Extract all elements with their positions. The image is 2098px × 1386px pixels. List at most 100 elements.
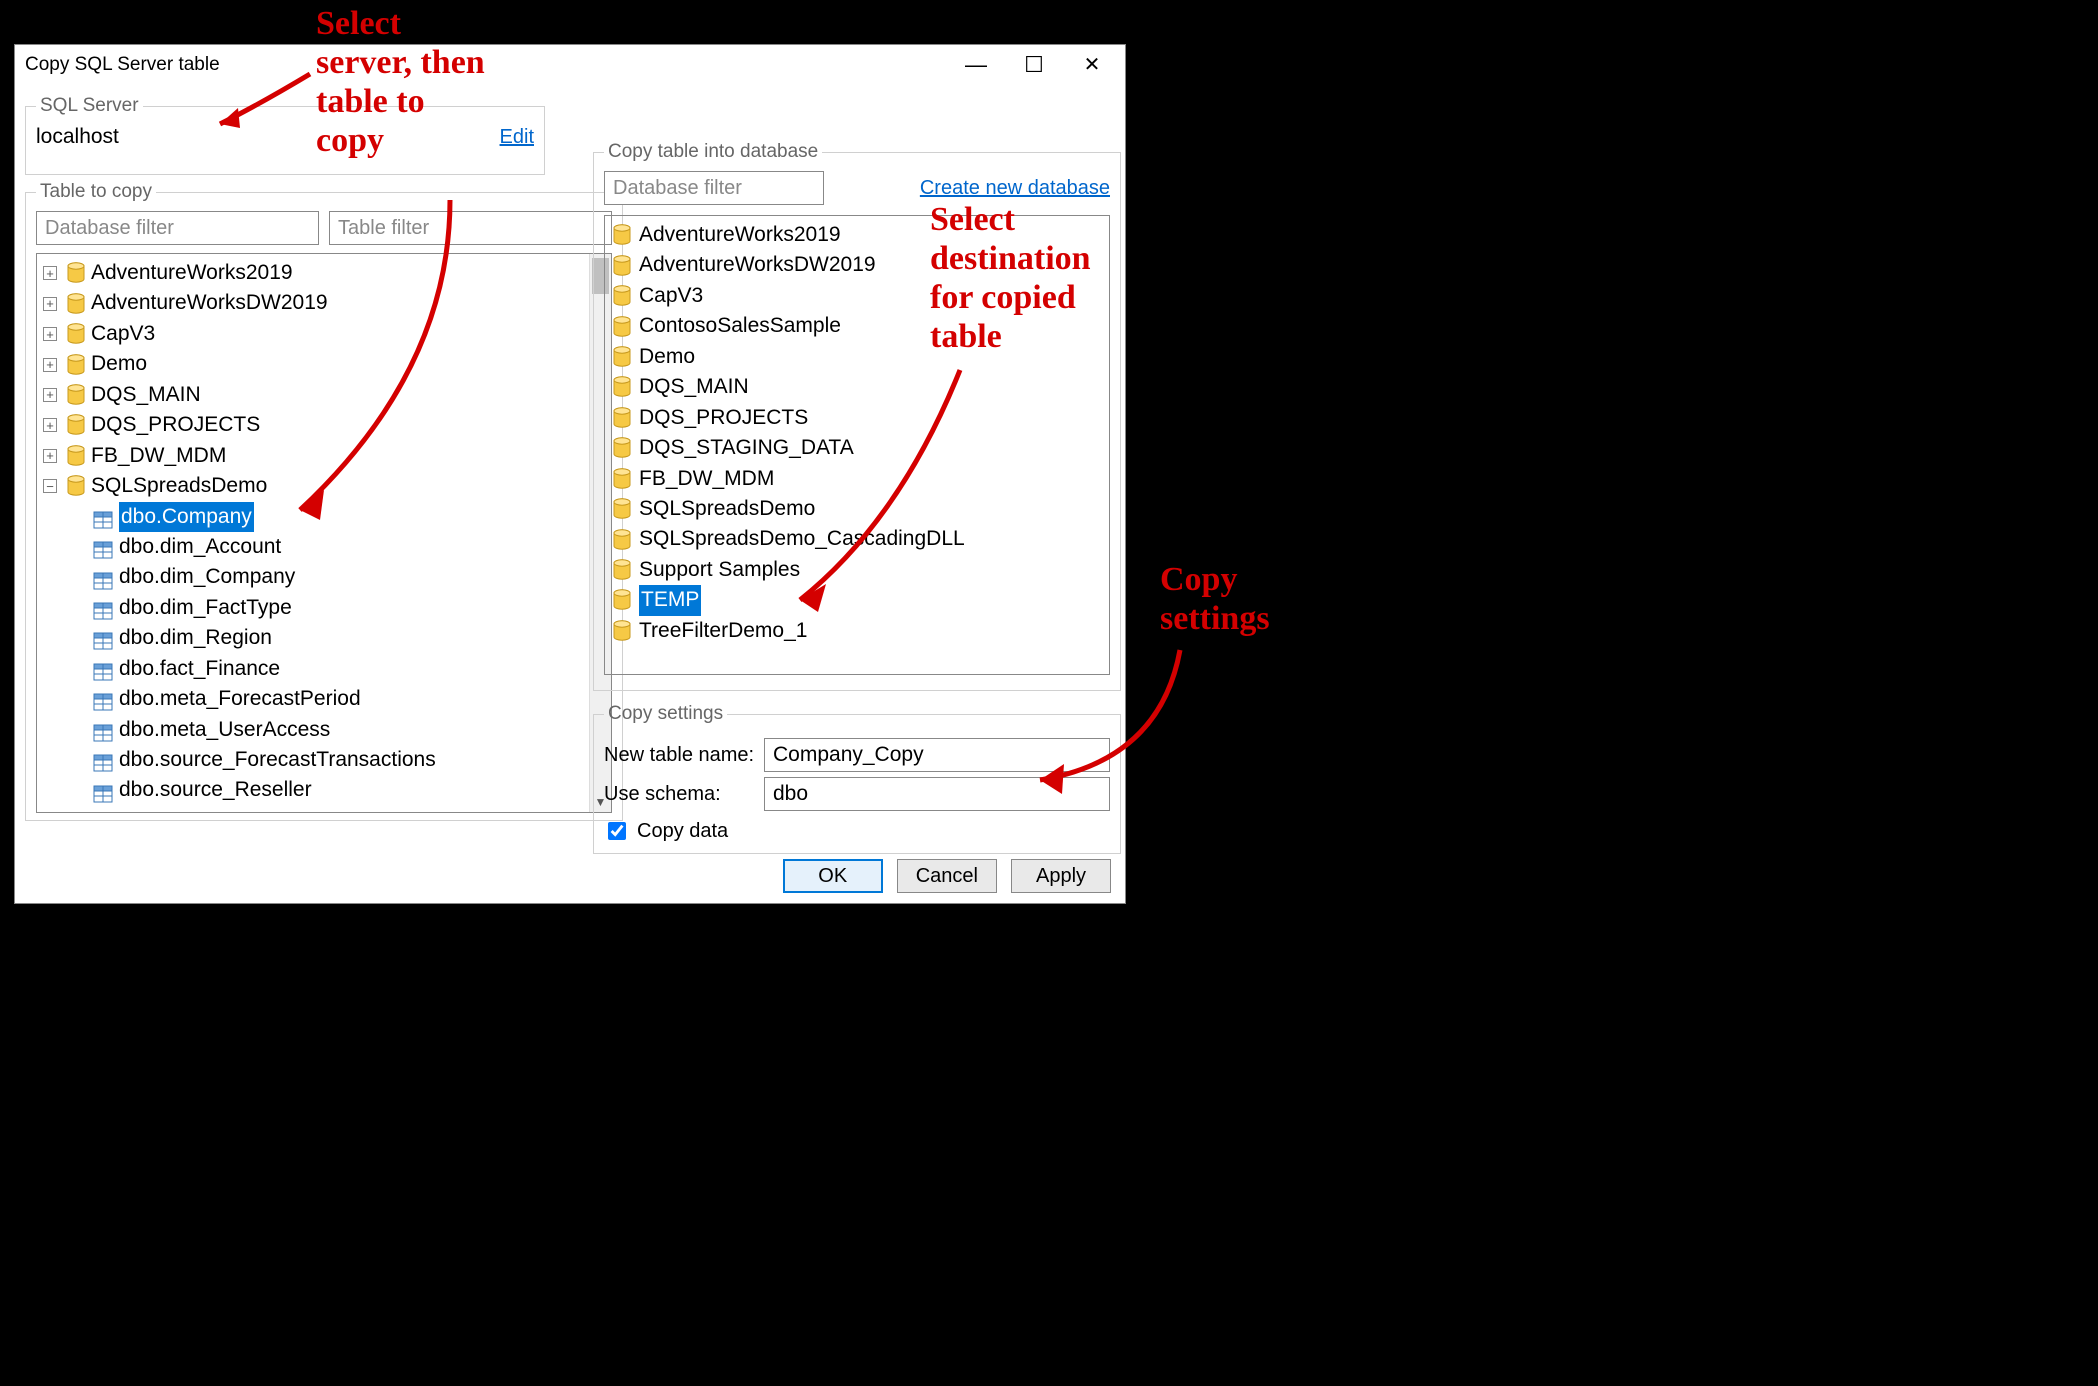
db-label: DQS_STAGING_DATA	[639, 433, 854, 463]
database-icon	[613, 407, 631, 429]
expand-toggle-icon[interactable]: +	[43, 266, 57, 280]
table-to-copy-legend: Table to copy	[36, 181, 156, 203]
source-table-node[interactable]: dbo.meta_UserAccess	[39, 715, 609, 745]
table-label: dbo.source_ForecastTransactions	[119, 745, 436, 775]
dest-db-node[interactable]: TreeFilterDemo_1	[611, 616, 1103, 646]
database-icon	[613, 376, 631, 398]
source-table-node[interactable]: dbo.source_ForecastTransactions	[39, 745, 609, 775]
dest-legend: Copy table into database	[604, 141, 822, 163]
db-label: FB_DW_MDM	[91, 441, 226, 471]
database-icon	[613, 468, 631, 490]
source-table-node[interactable]: dbo.dim_Company	[39, 562, 609, 592]
database-icon	[613, 437, 631, 459]
dest-db-node[interactable]: Support Samples	[611, 555, 1103, 585]
source-table-node[interactable]: dbo.meta_ForecastPeriod	[39, 684, 609, 714]
close-button[interactable]: ✕	[1063, 46, 1121, 84]
table-icon	[93, 508, 113, 526]
dest-db-node[interactable]: SQLSpreadsDemo	[611, 494, 1103, 524]
new-table-name-input[interactable]	[764, 738, 1110, 772]
expand-toggle-icon[interactable]: +	[43, 449, 57, 463]
dest-db-node[interactable]: SQLSpreadsDemo_CascadingDLL	[611, 524, 1103, 554]
table-icon	[93, 690, 113, 708]
source-db-node[interactable]: − SQLSpreadsDemo	[39, 471, 609, 501]
database-icon	[613, 498, 631, 520]
source-db-node[interactable]: + DQS_MAIN	[39, 380, 609, 410]
source-db-node[interactable]: + Demo	[39, 349, 609, 379]
db-label: AdventureWorks2019	[91, 258, 293, 288]
table-icon	[93, 751, 113, 769]
ok-button[interactable]: OK	[783, 859, 883, 893]
source-table-node[interactable]: dbo.fact_Finance	[39, 654, 609, 684]
dest-db-node[interactable]: DQS_STAGING_DATA	[611, 433, 1103, 463]
edit-server-link[interactable]: Edit	[500, 126, 534, 149]
source-table-node[interactable]: dbo.Company	[39, 502, 609, 532]
copy-settings-group: Copy settings New table name: Use schema…	[593, 703, 1121, 854]
database-icon	[613, 620, 631, 642]
dest-db-node[interactable]: TEMP	[611, 585, 1103, 615]
source-db-node[interactable]: + DQS_PROJECTS	[39, 410, 609, 440]
dest-db-filter[interactable]	[604, 171, 824, 205]
db-label: CapV3	[639, 281, 703, 311]
db-label: FB_DW_MDM	[639, 464, 774, 494]
expand-toggle-icon[interactable]: +	[43, 388, 57, 402]
db-label: DQS_MAIN	[91, 380, 201, 410]
minimize-button[interactable]: —	[947, 46, 1005, 84]
copy-data-checkbox[interactable]	[608, 822, 626, 840]
database-icon	[613, 316, 631, 338]
source-tree[interactable]: + AdventureWorks2019 + AdventureWorksDW2…	[36, 253, 612, 813]
use-schema-input[interactable]	[764, 777, 1110, 811]
database-icon	[67, 384, 85, 406]
source-db-node[interactable]: + AdventureWorks2019	[39, 258, 609, 288]
table-label: dbo.dim_Company	[119, 562, 295, 592]
database-icon	[613, 255, 631, 277]
dest-db-node[interactable]: DQS_PROJECTS	[611, 403, 1103, 433]
table-label: dbo.source_Reseller	[119, 775, 312, 805]
db-label: SQLSpreadsDemo_CascadingDLL	[639, 524, 965, 554]
dest-db-node[interactable]: DQS_MAIN	[611, 372, 1103, 402]
source-table-filter[interactable]	[329, 211, 612, 245]
annotation-select-source: Select server, then table to copy	[316, 4, 485, 160]
source-table-node[interactable]: dbo.dim_Region	[39, 623, 609, 653]
table-to-copy-group: Table to copy + AdventureWorks2019 + Adv…	[25, 181, 623, 821]
database-icon	[613, 224, 631, 246]
db-label: TreeFilterDemo_1	[639, 616, 807, 646]
db-label: DQS_MAIN	[639, 372, 749, 402]
database-icon	[67, 414, 85, 436]
source-db-node[interactable]: + FB_DW_MDM	[39, 441, 609, 471]
database-icon	[67, 445, 85, 467]
db-label: AdventureWorks2019	[639, 220, 841, 250]
source-db-filter[interactable]	[36, 211, 319, 245]
db-label: TEMP	[639, 585, 701, 615]
expand-toggle-icon[interactable]: +	[43, 297, 57, 311]
dest-db-node[interactable]: FB_DW_MDM	[611, 464, 1103, 494]
table-icon	[93, 569, 113, 587]
database-icon	[613, 529, 631, 551]
source-db-node[interactable]: + CapV3	[39, 319, 609, 349]
db-label: DQS_PROJECTS	[91, 410, 260, 440]
expand-toggle-icon[interactable]: +	[43, 327, 57, 341]
source-table-node[interactable]: dbo.dim_Account	[39, 532, 609, 562]
source-table-node[interactable]: dbo.source_Reseller	[39, 775, 609, 805]
sql-server-legend: SQL Server	[36, 95, 143, 117]
source-table-node[interactable]: dbo.dim_FactType	[39, 593, 609, 623]
table-label: dbo.dim_Region	[119, 623, 272, 653]
maximize-button[interactable]: ☐	[1005, 46, 1063, 84]
expand-toggle-icon[interactable]: +	[43, 418, 57, 432]
table-label: dbo.dim_FactType	[119, 593, 292, 623]
apply-button[interactable]: Apply	[1011, 859, 1111, 893]
cancel-button[interactable]: Cancel	[897, 859, 997, 893]
expand-toggle-icon[interactable]: +	[43, 358, 57, 372]
database-icon	[67, 293, 85, 315]
database-icon	[613, 346, 631, 368]
expand-toggle-icon[interactable]: −	[43, 479, 57, 493]
annotation-select-dest: Select destination for copied table	[930, 200, 1091, 356]
db-label: SQLSpreadsDemo	[91, 471, 267, 501]
db-label: CapV3	[91, 319, 155, 349]
source-db-node[interactable]: + AdventureWorksDW2019	[39, 288, 609, 318]
database-icon	[613, 285, 631, 307]
db-label: DQS_PROJECTS	[639, 403, 808, 433]
database-icon	[67, 354, 85, 376]
table-label: dbo.fact_Finance	[119, 654, 280, 684]
create-database-link[interactable]: Create new database	[920, 177, 1110, 200]
copy-settings-legend: Copy settings	[604, 703, 727, 725]
